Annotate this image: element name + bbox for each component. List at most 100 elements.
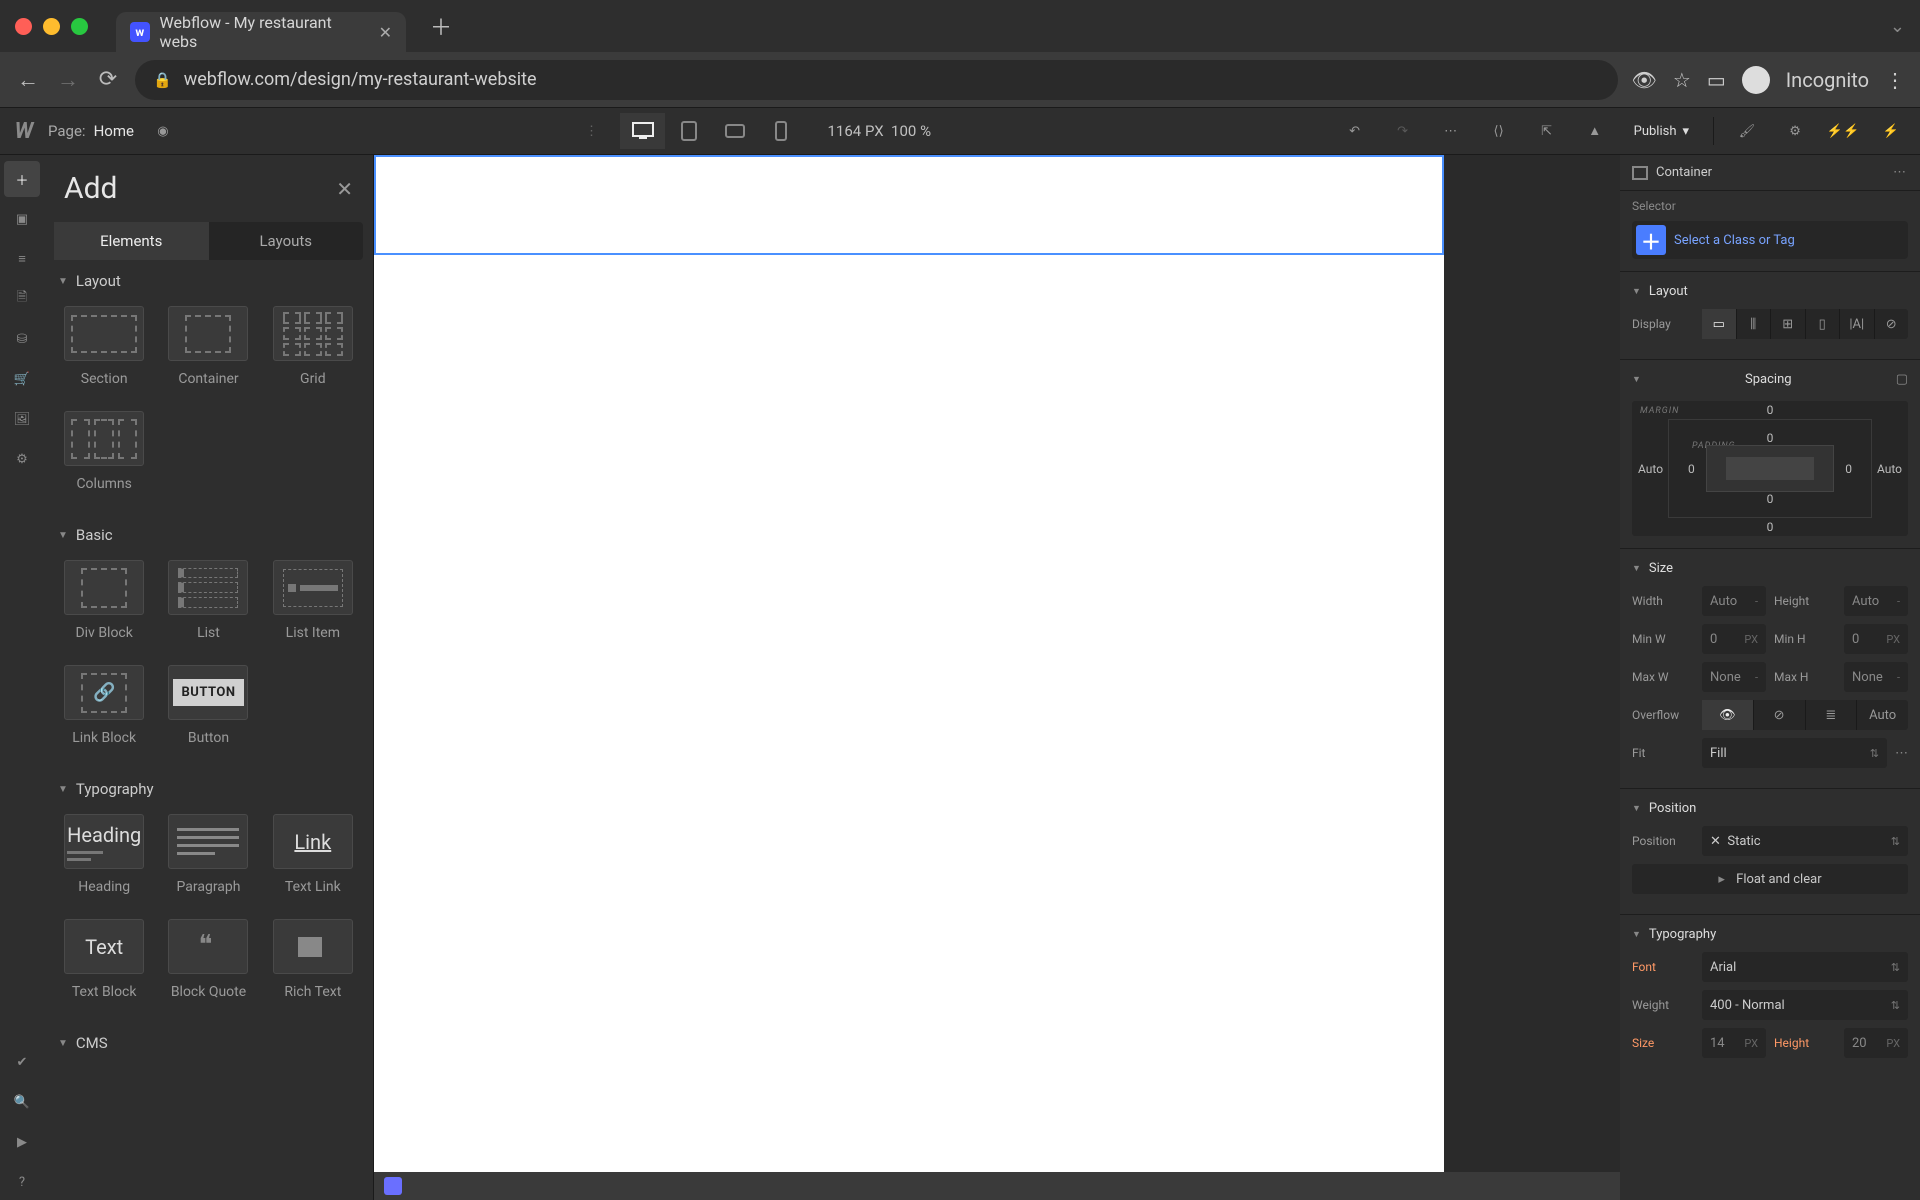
height-input[interactable]: Auto- [1844,586,1908,616]
element-link-block[interactable]: 🔗Link Block [52,655,156,760]
section-cms-title[interactable]: CMS [44,1022,373,1058]
export-icon[interactable]: ⇱ [1528,113,1566,149]
cms-icon[interactable]: ⛁ [4,321,40,357]
display-flex-icon[interactable]: ⫼ [1737,309,1772,339]
typography-section-title[interactable]: Typography [1632,923,1908,952]
element-breadcrumb[interactable]: Container ⋯ [1620,155,1920,191]
spacing-section-title[interactable]: Spacing▢ [1632,368,1908,397]
panel-icon[interactable]: ▭ [1707,68,1726,92]
audit-icon[interactable]: ▲ [1576,113,1614,149]
address-bar[interactable]: 🔒 webflow.com/design/my-restaurant-websi… [135,60,1618,100]
spacing-editor[interactable]: MARGIN PADDING 0 0 Auto Auto 0 0 0 0 [1632,401,1908,536]
overflow-auto-button[interactable]: Auto [1857,700,1908,730]
webflow-logo[interactable]: W [10,117,38,145]
min-height-input[interactable]: 0PX [1844,624,1908,654]
settings-rail-icon[interactable]: ⚙ [4,441,40,477]
element-text-link[interactable]: LinkText Link [261,804,365,909]
help-video-icon[interactable]: ▶ [4,1124,40,1160]
position-select[interactable]: ✕ Static [1702,826,1908,856]
add-icon[interactable]: ＋ [4,161,40,197]
element-columns[interactable]: Columns [52,401,156,506]
brush-icon[interactable]: 🖌 [1728,113,1766,149]
display-inline-icon[interactable]: |A| [1840,309,1875,339]
reload-button[interactable]: ⟳ [95,67,121,92]
add-class-icon[interactable]: ＋ [1636,225,1666,255]
eye-off-icon[interactable]: 👁 [1632,68,1657,92]
display-block-icon[interactable]: ▭ [1702,309,1737,339]
chevron-down-icon[interactable]: ⌄ [1890,16,1905,37]
fit-more-icon[interactable]: ⋯ [1895,746,1908,761]
display-grid-icon[interactable]: ⊞ [1771,309,1806,339]
search-icon[interactable]: 🔍 [4,1084,40,1120]
code-icon[interactable]: ⟨⟩ [1480,113,1518,149]
section-typography-title[interactable]: Typography [44,768,373,804]
class-selector-input[interactable]: ＋ Select a Class or Tag [1632,221,1908,259]
breadcrumb-chip[interactable] [384,1177,402,1195]
element-block-quote[interactable]: ❝Block Quote [156,909,260,1014]
video-icon[interactable]: ✔ [4,1044,40,1080]
undo-button[interactable]: ↶ [1336,113,1374,149]
forward-button[interactable]: → [55,67,81,93]
position-section-title[interactable]: Position [1632,797,1908,826]
interactions-icon[interactable]: ⚡⚡ [1824,113,1862,149]
weight-select[interactable]: 400 - Normal [1702,990,1908,1020]
display-inline-block-icon[interactable]: ▯ [1806,309,1841,339]
element-grid[interactable]: Grid [261,296,365,401]
menu-icon[interactable]: ⋮ [1885,68,1905,92]
more-icon[interactable]: ⋯ [1893,165,1908,180]
min-width-input[interactable]: 0PX [1702,624,1766,654]
close-window[interactable] [15,18,32,35]
profile-avatar[interactable] [1742,66,1770,94]
publish-button[interactable]: Publish▾ [1624,124,1699,139]
font-select[interactable]: Arial [1702,952,1908,982]
desktop-viewport[interactable] [620,113,665,149]
float-clear-toggle[interactable]: ▸ Float and clear [1632,864,1908,894]
line-height-input[interactable]: 20PX [1844,1028,1908,1058]
element-heading[interactable]: HeadingHeading [52,804,156,909]
bookmark-icon[interactable]: ☆ [1673,68,1691,92]
element-list[interactable]: List [156,550,260,655]
comments-icon[interactable]: ⋯ [1432,113,1470,149]
width-input[interactable]: Auto- [1702,586,1766,616]
max-height-input[interactable]: None- [1844,662,1908,692]
element-text-block[interactable]: TextText Block [52,909,156,1014]
maximize-window[interactable] [71,18,88,35]
preview-eye-icon[interactable]: ◉ [144,113,182,149]
fit-select[interactable]: Fill [1702,738,1887,768]
browser-tab[interactable]: w Webflow - My restaurant webs ✕ [116,12,406,52]
element-button[interactable]: BUTTONButton [156,655,260,760]
overflow-hidden-icon[interactable]: ⊘ [1754,700,1806,730]
tab-layouts[interactable]: Layouts [209,222,364,260]
ecommerce-icon[interactable]: 🛒 [4,361,40,397]
page-selector[interactable]: Page: Home [48,122,134,140]
minimize-window[interactable] [43,18,60,35]
canvas-body[interactable] [374,155,1444,1200]
element-rich-text[interactable]: Rich Text [261,909,365,1014]
settings-icon[interactable]: ⚙ [1776,113,1814,149]
size-section-title[interactable]: Size [1632,557,1908,586]
section-layout-title[interactable]: Layout [44,260,373,296]
font-size-input[interactable]: 14PX [1702,1028,1766,1058]
overflow-visible-icon[interactable]: 👁 [1702,700,1754,730]
images-icon[interactable]: 🖼 [4,401,40,437]
help-icon[interactable]: ? [4,1164,40,1200]
breakpoint-menu-icon[interactable]: ⋮ [572,113,610,149]
pages-icon[interactable]: ≡ [4,241,40,277]
effects-icon[interactable]: ⚡ [1872,113,1910,149]
element-paragraph[interactable]: Paragraph [156,804,260,909]
close-tab-icon[interactable]: ✕ [379,23,392,42]
new-tab-button[interactable]: ＋ [430,10,452,42]
assets-icon[interactable]: 🗎 [4,281,40,317]
element-div-block[interactable]: Div Block [52,550,156,655]
close-panel-icon[interactable]: ✕ [336,177,353,201]
mobile-portrait-viewport[interactable] [758,113,803,149]
element-section[interactable]: Section [52,296,156,401]
max-width-input[interactable]: None- [1702,662,1766,692]
tablet-viewport[interactable] [666,113,711,149]
element-list-item[interactable]: List Item [261,550,365,655]
tab-elements[interactable]: Elements [54,222,209,260]
section-basic-title[interactable]: Basic [44,514,373,550]
mobile-landscape-viewport[interactable] [712,113,757,149]
design-canvas[interactable] [374,155,1620,1200]
redo-button[interactable]: ↷ [1384,113,1422,149]
